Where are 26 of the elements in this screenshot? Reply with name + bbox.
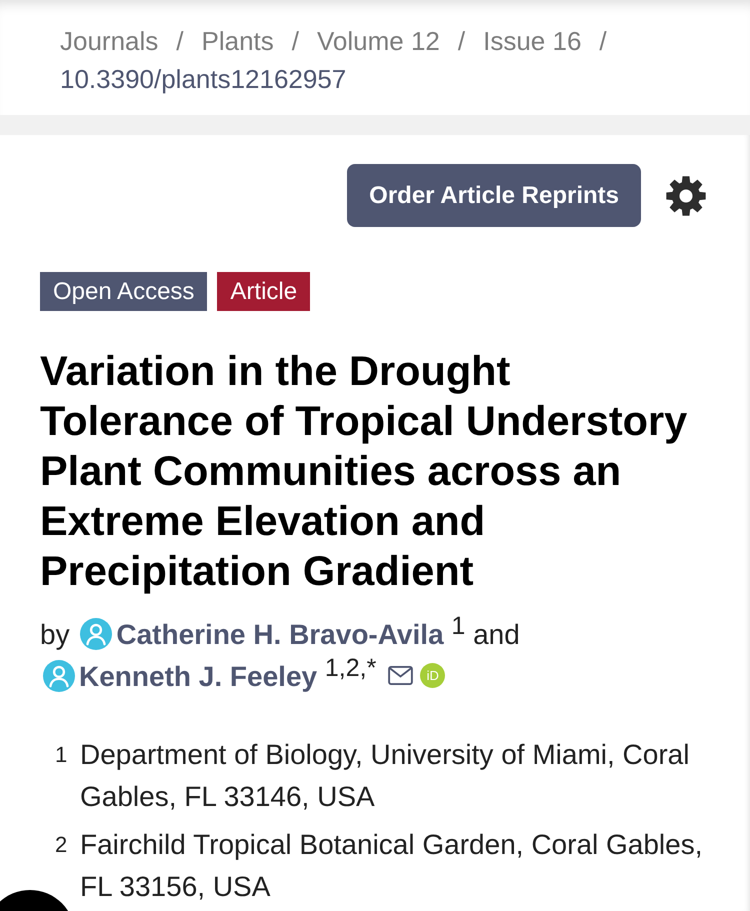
author-link[interactable]: Catherine H. Bravo-Avila — [116, 619, 444, 650]
affiliation-mark: 1 — [451, 612, 466, 640]
byline-text: and — [473, 619, 520, 650]
settings-icon[interactable] — [666, 176, 706, 216]
breadcrumb-separator: / — [292, 25, 300, 58]
category-tag[interactable]: Open Access — [40, 272, 208, 311]
floating-button[interactable] — [0, 890, 68, 911]
breadcrumb-link[interactable]: Plants — [202, 22, 274, 60]
breadcrumb-link[interactable]: 10.3390/plants12162957 — [60, 60, 346, 98]
affiliation-number: 2 — [55, 831, 68, 859]
breadcrumb-separator: / — [176, 25, 184, 58]
breadcrumb-link[interactable]: Journals — [60, 22, 158, 60]
order-reprints-button[interactable]: Order Article Reprints — [347, 164, 641, 227]
breadcrumb-link[interactable]: Volume 12 — [317, 22, 440, 60]
affiliation-number: 1 — [55, 741, 68, 769]
author-link[interactable]: Kenneth J. Feeley — [79, 661, 318, 692]
category-tag[interactable]: Article — [217, 272, 310, 311]
envelope-icon[interactable] — [388, 666, 414, 685]
byline-text: by — [40, 619, 70, 650]
breadcrumb-separator: / — [458, 25, 466, 58]
article-title: Variation in the Drought Tolerance of Tropical Understory Plant Communities across an Extreme Elevation and Precipitation Gradient — [40, 346, 688, 596]
breadcrumb-separator: / — [599, 25, 607, 58]
affiliation-text: Department of Biology, University of Miami, Coral Gables, FL 33146, USA — [80, 738, 690, 814]
affiliation-text: Fairchild Tropical Botanical Garden, Coral Gables, FL 33156, USA — [80, 828, 704, 904]
breadcrumb-link[interactable]: Issue 16 — [483, 22, 582, 60]
affiliation-mark: 1,2,* — [324, 654, 376, 682]
